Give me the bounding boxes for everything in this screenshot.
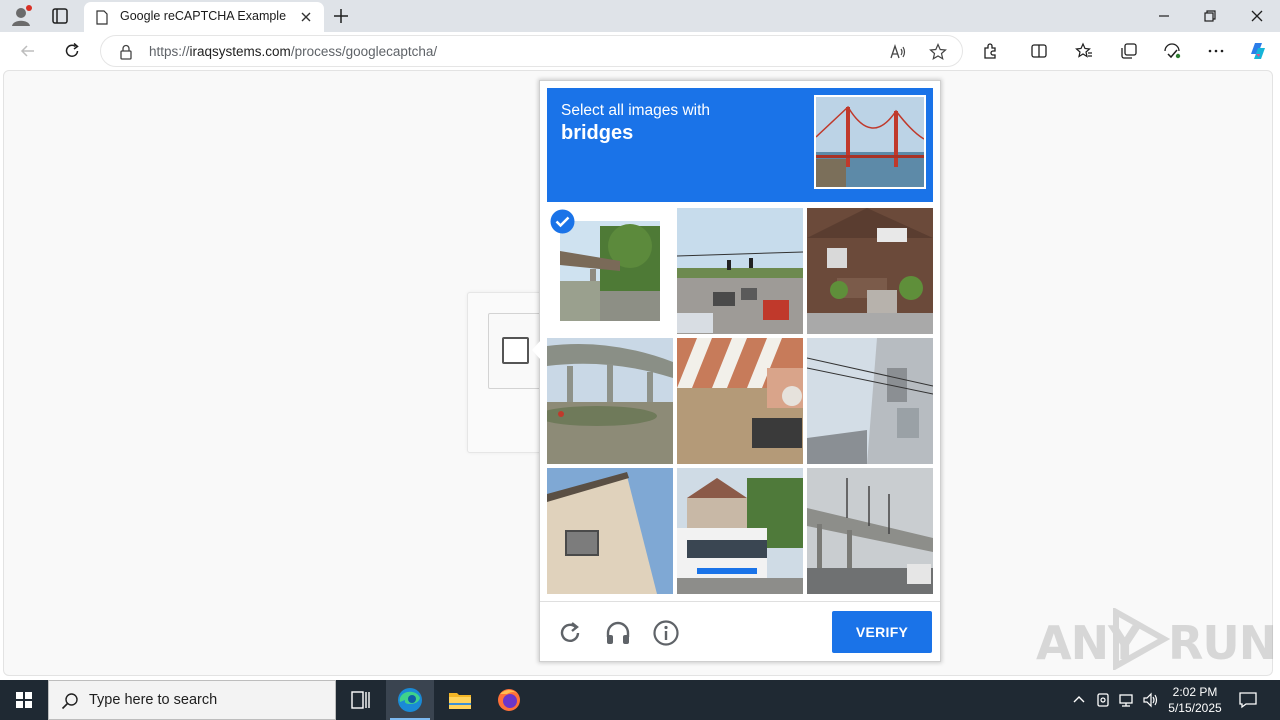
info-icon[interactable] bbox=[652, 619, 680, 647]
captcha-tile-9[interactable] bbox=[807, 468, 933, 594]
captcha-tile-8[interactable] bbox=[677, 468, 803, 594]
captcha-tile-6[interactable] bbox=[807, 338, 933, 464]
notification-center-icon[interactable] bbox=[1238, 690, 1258, 710]
restore-icon[interactable] bbox=[1200, 6, 1220, 26]
url-prefix: https:// bbox=[149, 44, 190, 59]
search-icon bbox=[61, 693, 78, 710]
address-bar[interactable]: https://iraqsystems.com/process/googleca… bbox=[100, 35, 963, 67]
split-screen-icon[interactable] bbox=[1030, 42, 1048, 60]
browser-toolbar: https://iraqsystems.com/process/googleca… bbox=[0, 32, 1280, 70]
lock-icon[interactable] bbox=[119, 44, 133, 60]
selected-check-icon bbox=[550, 209, 575, 234]
captcha-tile-5[interactable] bbox=[677, 338, 803, 464]
watermark-text-right: RUN bbox=[1168, 616, 1277, 670]
tab-title: Google reCAPTCHA Example bbox=[120, 9, 287, 23]
play-logo-icon bbox=[1113, 608, 1170, 670]
minimize-icon[interactable] bbox=[1154, 6, 1174, 26]
volume-icon[interactable] bbox=[1142, 691, 1160, 709]
close-tab-icon[interactable] bbox=[299, 10, 313, 24]
captcha-tile-4[interactable] bbox=[547, 338, 673, 464]
browser-tab-bar: Google reCAPTCHA Example bbox=[0, 0, 1280, 32]
edge-icon bbox=[398, 688, 422, 712]
windows-start-icon[interactable] bbox=[0, 680, 48, 720]
captcha-tile-3[interactable] bbox=[807, 208, 933, 334]
tab-active[interactable]: Google reCAPTCHA Example bbox=[84, 2, 324, 32]
dialog-pointer bbox=[532, 340, 541, 360]
network-icon[interactable] bbox=[1118, 691, 1136, 709]
search-placeholder: Type here to search bbox=[89, 692, 218, 708]
refresh-icon[interactable] bbox=[62, 41, 82, 61]
url-domain: iraqsystems.com bbox=[189, 44, 291, 59]
taskbar-search[interactable]: Type here to search bbox=[48, 680, 336, 720]
reload-challenge-icon[interactable] bbox=[556, 619, 584, 647]
tab-actions-icon[interactable] bbox=[50, 6, 70, 26]
verify-button[interactable]: VERIFY bbox=[832, 611, 932, 653]
system-clock[interactable]: 2:02 PM 5/15/2025 bbox=[1160, 684, 1230, 716]
page-icon bbox=[96, 10, 108, 25]
captcha-tile-7[interactable] bbox=[547, 468, 673, 594]
tray-device-icon[interactable] bbox=[1094, 691, 1112, 709]
clock-date: 5/15/2025 bbox=[1168, 701, 1222, 715]
extensions-icon[interactable] bbox=[982, 42, 1000, 60]
captcha-tile-2[interactable] bbox=[677, 208, 803, 334]
audio-challenge-icon[interactable] bbox=[604, 619, 632, 647]
challenge-instruction: Select all images with bbox=[561, 102, 711, 119]
profile-icon[interactable] bbox=[10, 5, 32, 27]
file-explorer-icon[interactable] bbox=[436, 680, 484, 720]
challenge-target: bridges bbox=[561, 122, 634, 144]
anyrun-watermark: ANY RUN bbox=[1036, 606, 1277, 670]
back-icon[interactable] bbox=[18, 41, 38, 61]
browser-essentials-icon[interactable] bbox=[1163, 42, 1181, 60]
windows-taskbar: Type here to search 2:02 PM 5/15/2025 bbox=[0, 680, 1280, 720]
copilot-icon[interactable] bbox=[1247, 40, 1269, 62]
read-aloud-icon[interactable] bbox=[889, 43, 907, 61]
more-menu-icon[interactable] bbox=[1207, 42, 1225, 60]
tray-overflow-icon[interactable] bbox=[1070, 691, 1088, 709]
sample-bridge-image bbox=[814, 95, 926, 189]
clock-time: 2:02 PM bbox=[1172, 685, 1218, 699]
task-view-icon[interactable] bbox=[336, 680, 384, 720]
challenge-footer-divider bbox=[540, 601, 940, 602]
firefox-icon[interactable] bbox=[485, 680, 533, 720]
challenge-header: Select all images with bridges bbox=[547, 88, 933, 202]
favorites-icon[interactable] bbox=[1075, 42, 1093, 60]
taskbar-edge[interactable] bbox=[386, 680, 434, 720]
recaptcha-checkbox[interactable] bbox=[502, 337, 529, 364]
favorite-star-icon[interactable] bbox=[929, 43, 947, 61]
new-tab-icon[interactable] bbox=[332, 7, 350, 25]
collections-icon[interactable] bbox=[1120, 42, 1138, 60]
url-text[interactable]: https://iraqsystems.com/process/googleca… bbox=[149, 44, 437, 59]
url-path: /process/googlecaptcha/ bbox=[290, 44, 438, 59]
close-window-icon[interactable] bbox=[1247, 6, 1267, 26]
